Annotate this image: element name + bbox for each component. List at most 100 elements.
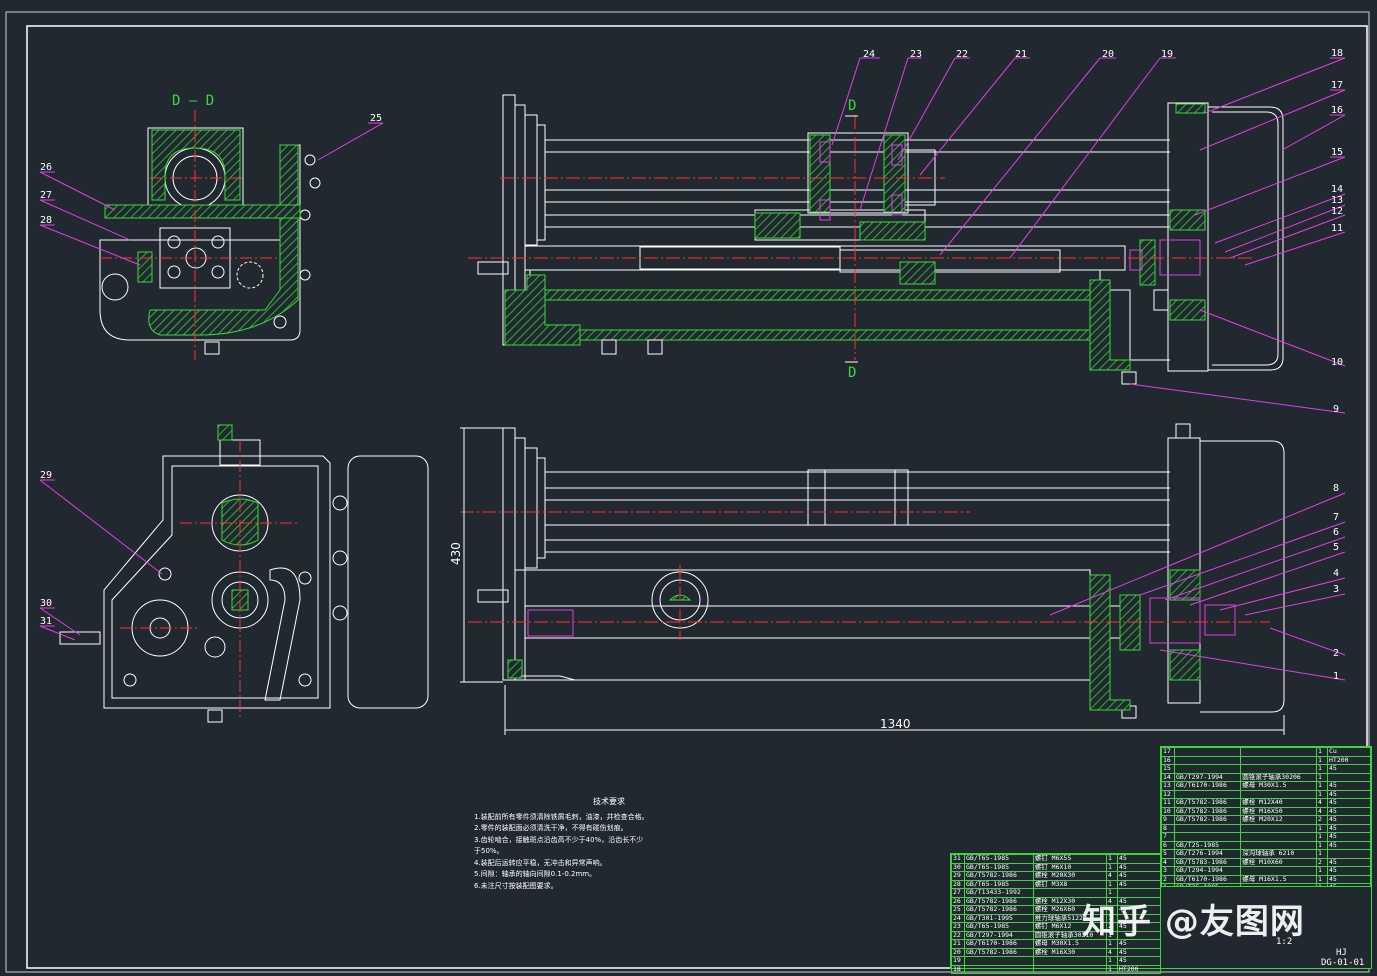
bom-cell	[1032, 956, 1108, 966]
bom-cell: 1	[1316, 866, 1328, 876]
bom-cell	[1032, 964, 1108, 974]
bom-cell: 9	[1161, 815, 1175, 825]
section-dd-hatch	[104, 129, 301, 336]
bom-cell: 1	[1106, 879, 1118, 889]
bom-cell: 1	[1316, 747, 1328, 757]
title-block-material: HJ	[1336, 948, 1347, 958]
part-number-14: 14	[1331, 184, 1343, 195]
part-number-18: 18	[1331, 48, 1343, 59]
note-line: 3.齿轮啮合，接触斑点沿齿高不少于40%，沿齿长不少	[474, 835, 644, 844]
bom-cell: 13	[1161, 781, 1175, 791]
bom-cell	[1240, 840, 1317, 850]
bom-cell: 45	[1117, 879, 1161, 889]
bom-cell: GB/T5782-1986	[964, 905, 1034, 915]
part-number-26: 26	[40, 162, 52, 173]
bom-cell: 圆锥滚子轴承30206	[1240, 772, 1317, 782]
part-number-24: 24	[863, 49, 875, 60]
bom-cell: 16	[1161, 755, 1175, 765]
bom-cell: 4	[1106, 947, 1118, 957]
part-number-7: 7	[1333, 512, 1339, 523]
bom-cell: 螺栓 M10X60	[1240, 857, 1317, 867]
bom-cell: GB/T65-1985	[964, 854, 1034, 864]
bom-cell	[1240, 866, 1317, 876]
bom-cell	[1173, 755, 1242, 765]
bom-row: 30 GB/T65-1985 螺钉 M6X10 1 45	[951, 862, 1161, 872]
main-exterior-view	[477, 423, 1285, 719]
bom-row: 29 GB/T5782-1986 螺栓 M20X30 4 45	[951, 871, 1161, 881]
bom-cell: 1	[1106, 862, 1118, 872]
bom-cell: GB/T5782-1986	[964, 871, 1034, 881]
bom-cell: 45	[1327, 764, 1371, 774]
bom-cell	[1173, 764, 1242, 774]
bom-cell: 45	[1327, 832, 1371, 842]
dimension-430: 430	[449, 542, 463, 565]
bom-cell: GB/T6170-1986	[964, 939, 1034, 949]
part-number-23: 23	[910, 49, 922, 60]
part-number-12: 12	[1331, 206, 1343, 217]
bom-cell: 10	[1161, 806, 1175, 816]
bom-cell: 14	[1161, 772, 1175, 782]
bom-cell: 3	[1161, 866, 1175, 876]
bom-cell: 1	[1106, 854, 1118, 864]
bom-cell: 4	[1316, 806, 1328, 816]
bom-cell: 1	[1316, 874, 1328, 884]
bom-cell: 45	[1327, 866, 1371, 876]
note-line: 5.间隙：轴承的轴向间隙0.1-0.2mm。	[474, 870, 597, 878]
bom-cell: 1	[1106, 956, 1118, 966]
bom-row: 7 1 45	[1161, 832, 1371, 842]
part-number-30: 30	[40, 598, 52, 609]
bom-cell: 深沟球轴承 6210	[1240, 849, 1317, 859]
bom-cell: GB/T6170-1986	[1173, 781, 1242, 791]
section-hatching-bottom	[507, 569, 1201, 711]
part-number-15: 15	[1331, 147, 1343, 158]
bom-cell: 25	[951, 905, 965, 915]
bom-cell: 27	[951, 888, 965, 898]
bom-cell: 1	[1316, 832, 1328, 842]
bom-cell: GB/T301-1995	[964, 913, 1034, 923]
part-number-4: 4	[1333, 568, 1339, 579]
bom-cell: 4	[1106, 871, 1118, 881]
bom-cell: 螺栓 M20X12	[1240, 815, 1317, 825]
bom-cell: 45	[1117, 854, 1161, 864]
note-line: 4.装配后运转应平稳，无冲击和异常声响。	[474, 858, 607, 867]
bom-cell: 31	[951, 854, 965, 864]
note-line: 6.未注尺寸按装配图要求。	[474, 881, 558, 890]
bom-cell: 45	[1327, 874, 1371, 884]
bom-cell: GB/T65-1985	[964, 862, 1034, 872]
part-number-16: 16	[1331, 105, 1343, 116]
bom-row: 15 1 45	[1161, 764, 1371, 774]
technical-requirements-title: 技术要求	[593, 797, 625, 806]
bom-cell: 45	[1117, 871, 1161, 881]
centerlines-bottom	[460, 511, 1270, 640]
bom-cell: GB/T6170-1986	[1173, 874, 1242, 884]
bom-cell: 15	[1161, 764, 1175, 774]
bom-cell: 45	[1117, 862, 1161, 872]
bom-cell: GB/T5782-1986	[964, 896, 1034, 906]
bom-cell: 1	[1316, 789, 1328, 799]
bom-cell	[964, 956, 1034, 966]
bom-cell: 螺栓 M16X30	[1032, 947, 1108, 957]
bom-cell	[1240, 764, 1317, 774]
bom-cell: 螺母 M16X1.5	[1240, 874, 1317, 884]
bom-cell: 45	[1327, 781, 1371, 791]
bom-cell: GB/T294-1994	[1173, 866, 1242, 876]
part-number-9: 9	[1333, 404, 1339, 415]
bom-row: 3 GB/T294-1994 1 45	[1161, 866, 1371, 876]
bom-cell: GB/T5783-1986	[1173, 857, 1242, 867]
bom-cell: 19	[951, 956, 965, 966]
bom-cell: 1	[1316, 772, 1328, 782]
part-number-28: 28	[40, 215, 52, 226]
bom-row: 14 GB/T297-1994 圆锥滚子轴承30206 1	[1161, 772, 1371, 782]
bom-cell: 30	[951, 862, 965, 872]
bom-cell: 17	[1161, 747, 1175, 757]
part-number-31: 31	[40, 616, 52, 627]
note-line: 于50%。	[474, 847, 504, 855]
part-number-19: 19	[1161, 49, 1173, 60]
part-number-25: 25	[370, 113, 382, 124]
bom-row: 20 GB/T5782-1986 螺栓 M16X30 4 45	[951, 947, 1161, 957]
bom-cell: 螺栓 M12X40	[1240, 798, 1317, 808]
bom-cell	[1240, 832, 1317, 842]
bom-row: 28 GB/T65-1985 螺钉 M3X8 1 45	[951, 879, 1161, 889]
section-mark-d-bottom: D	[848, 365, 856, 381]
bom-cell: 45	[1327, 798, 1371, 808]
